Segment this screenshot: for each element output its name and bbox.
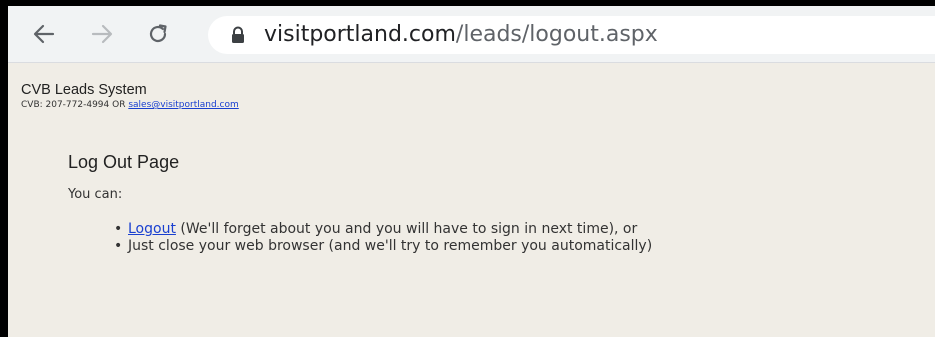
contact-line: CVB: 207-772-4994 OR sales@visitportland… (21, 100, 239, 110)
url-host: visitportland.com (264, 22, 456, 47)
bullet: • (114, 221, 123, 237)
list-item-close-browser: • Just close your web browser (and we'll … (114, 238, 652, 255)
address-bar[interactable]: visitportland.com/leads/logout.aspx (208, 16, 935, 54)
logout-link[interactable]: Logout (128, 221, 176, 237)
list-item-logout: • Logout (We'll forget about you and you … (114, 221, 652, 238)
intro-text: You can: (68, 187, 123, 202)
page-content: CVB Leads System CVB: 207-772-4994 OR sa… (8, 63, 935, 337)
page-title: Log Out Page (68, 152, 180, 172)
url-text: visitportland.com/leads/logout.aspx (264, 21, 658, 49)
contact-phone: CVB: 207-772-4994 OR (21, 100, 129, 110)
lock-icon (232, 26, 244, 43)
forward-arrow-icon (91, 24, 113, 44)
back-button[interactable] (28, 18, 60, 50)
system-title: CVB Leads System (21, 82, 147, 98)
logout-description: (We'll forget about you and you will hav… (175, 221, 638, 237)
browser-toolbar: visitportland.com/leads/logout.aspx (8, 6, 935, 63)
forward-button[interactable] (86, 18, 118, 50)
back-arrow-icon (33, 24, 55, 44)
screenshot-frame: visitportland.com/leads/logout.aspx CVB … (0, 0, 935, 337)
url-path: /leads/logout.aspx (455, 22, 658, 47)
reload-icon (149, 24, 167, 43)
contact-email-link[interactable]: sales@visitportland.com (128, 100, 238, 110)
logout-options-list: • Logout (We'll forget about you and you … (114, 221, 652, 255)
close-browser-text: Just close your web browser (and we'll t… (128, 238, 653, 254)
browser-window: visitportland.com/leads/logout.aspx CVB … (8, 6, 935, 337)
bullet: • (114, 238, 123, 254)
reload-button[interactable] (142, 18, 174, 50)
